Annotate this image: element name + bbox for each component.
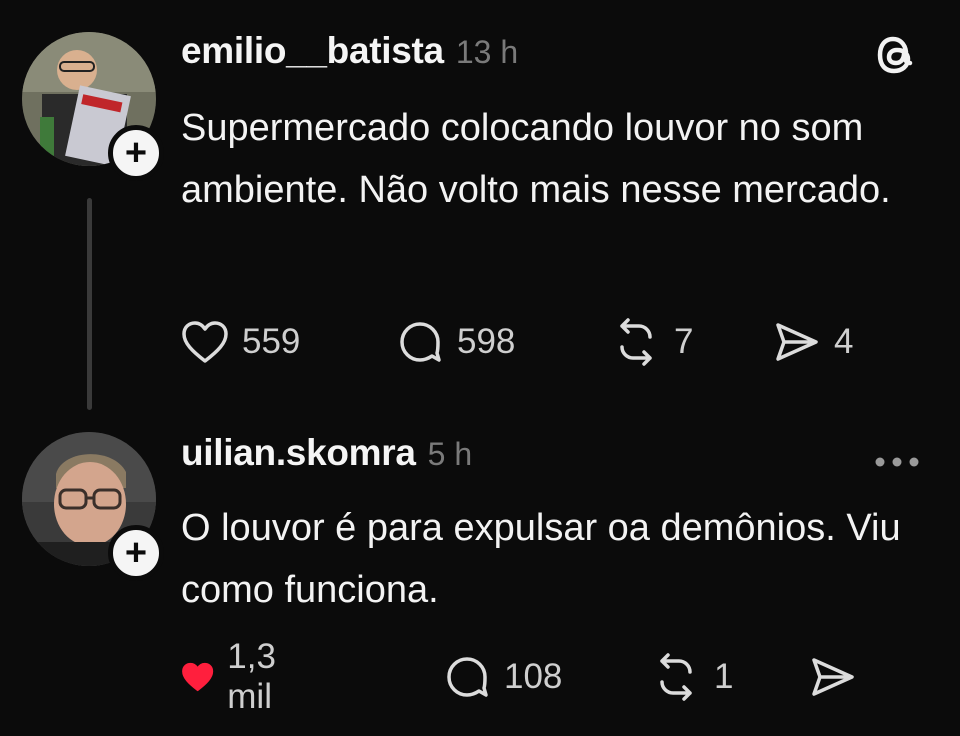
repost-count: 1: [714, 657, 734, 696]
repost-icon: [660, 653, 692, 701]
reply-button[interactable]: 108: [442, 647, 562, 707]
post-text: O louvor é para expulsar oa demônios. Vi…: [181, 507, 901, 611]
reply-count: 108: [504, 657, 563, 696]
repost-button[interactable]: 7: [610, 312, 693, 372]
plus-icon: +: [124, 132, 148, 174]
more-icon[interactable]: [874, 452, 920, 472]
like-button[interactable]: 1,3 mil: [180, 637, 295, 716]
repost-button[interactable]: 1: [650, 647, 733, 707]
send-icon: [776, 323, 818, 361]
like-button[interactable]: 559: [180, 312, 300, 372]
repost-icon: [620, 318, 652, 366]
share-button[interactable]: 4: [772, 312, 853, 372]
thread-post: + uilian.skomra 5 h O louvor é para expu…: [0, 420, 960, 736]
username[interactable]: uilian.skomra: [181, 432, 416, 474]
reply-button[interactable]: 598: [395, 312, 515, 372]
post-text: Supermercado colocando louvor no som amb…: [181, 107, 891, 211]
like-count: 1,3 mil: [227, 637, 276, 716]
follow-button[interactable]: +: [108, 125, 164, 181]
post-time: 5 h: [427, 436, 473, 472]
post-header: emilio__batista 13 h: [181, 30, 518, 72]
share-count: 4: [834, 322, 854, 361]
heart-icon: [182, 321, 228, 363]
thread-post: + emilio__batista 13 h Supermercado colo…: [0, 0, 960, 420]
post-time: 13 h: [455, 34, 519, 70]
heart-filled-icon: [182, 662, 214, 692]
like-count: 559: [242, 322, 301, 361]
thread-connector-line: [87, 198, 92, 410]
comment-icon: [400, 322, 441, 362]
follow-button[interactable]: +: [108, 525, 164, 581]
username[interactable]: emilio__batista: [181, 30, 444, 72]
send-icon: [812, 658, 854, 696]
repost-count: 7: [674, 322, 694, 361]
comment-icon: [447, 657, 488, 697]
post-header: uilian.skomra 5 h: [181, 432, 472, 474]
plus-icon: +: [124, 532, 148, 574]
reply-count: 598: [457, 322, 516, 361]
threads-logo-icon[interactable]: [872, 30, 922, 80]
share-button[interactable]: [808, 647, 870, 707]
